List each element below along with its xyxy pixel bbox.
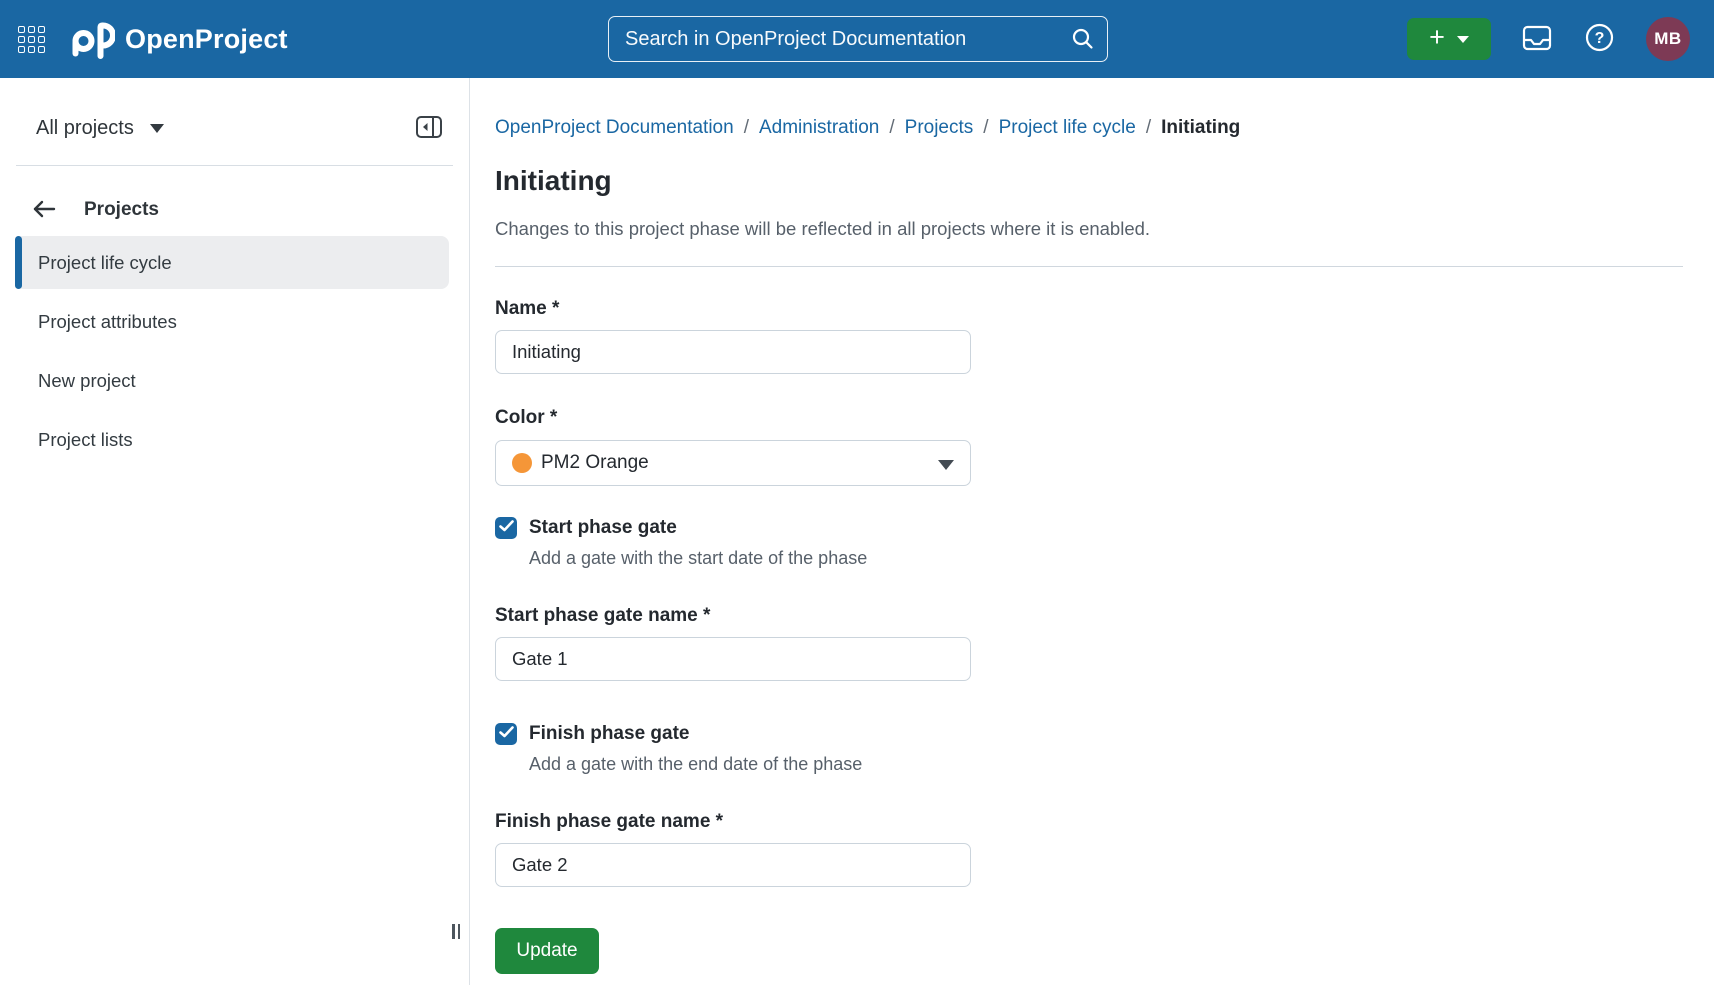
project-scope-selector[interactable]: All projects [36, 117, 134, 140]
checkmark-icon [499, 519, 514, 537]
sidebar-item-project-attributes[interactable]: Project attributes [15, 295, 449, 348]
start-gate-name-label: Start phase gate name * [495, 605, 1683, 627]
project-scope-row: All projects [36, 104, 443, 152]
color-label: Color * [495, 407, 1683, 429]
global-search [608, 16, 1108, 62]
finish-phase-gate-checkbox[interactable] [495, 723, 517, 745]
sidebar-divider [16, 165, 453, 166]
color-swatch-icon [512, 453, 532, 473]
finish-phase-gate-row: Finish phase gate [495, 723, 1683, 745]
top-bar: OpenProject + [0, 0, 1714, 78]
chevron-down-icon [1457, 36, 1469, 43]
breadcrumb-separator: / [983, 117, 988, 139]
finish-gate-name-label: Finish phase gate name * [495, 811, 1683, 833]
sidebar-item-new-project[interactable]: New project [15, 354, 449, 407]
sidebar-item-project-lists[interactable]: Project lists [15, 413, 449, 466]
color-select-value: PM2 Orange [541, 452, 649, 474]
color-select[interactable]: PM2 Orange [495, 440, 971, 486]
start-phase-gate-checkbox[interactable] [495, 517, 517, 539]
finish-phase-gate-label[interactable]: Finish phase gate [529, 723, 689, 745]
sidebar-item-label: New project [38, 370, 136, 392]
breadcrumb-separator: / [889, 117, 894, 139]
start-phase-gate-caption: Add a gate with the start date of the ph… [529, 548, 1683, 569]
openproject-logo-icon [69, 15, 115, 64]
checkmark-icon [499, 725, 514, 743]
breadcrumb-link-administration[interactable]: Administration [759, 117, 879, 139]
finish-gate-name-field[interactable] [495, 843, 971, 887]
breadcrumb-link-documentation[interactable]: OpenProject Documentation [495, 117, 734, 139]
topbar-actions: + ? MB [1407, 0, 1714, 78]
selected-accent-bar [15, 236, 22, 289]
logo-text: OpenProject [125, 24, 288, 55]
openproject-logo[interactable]: OpenProject [69, 15, 288, 64]
finish-phase-gate-caption: Add a gate with the end date of the phas… [529, 754, 1683, 775]
search-input[interactable] [608, 16, 1108, 62]
content-divider [495, 266, 1683, 267]
notifications-inbox-button[interactable] [1521, 24, 1553, 55]
name-field[interactable] [495, 330, 971, 374]
start-gate-name-field[interactable] [495, 637, 971, 681]
sidebar: All projects [0, 78, 470, 985]
sidebar-item-project-life-cycle[interactable]: Project life cycle [15, 236, 449, 289]
sidebar-item-label: Project attributes [38, 311, 177, 333]
quick-add-button[interactable]: + [1407, 18, 1491, 60]
breadcrumb-separator: / [1146, 117, 1151, 139]
back-button[interactable] [31, 198, 57, 223]
app-window: OpenProject + [0, 0, 1714, 985]
sidebar-section-title: Projects [84, 199, 159, 221]
breadcrumb-link-projects[interactable]: Projects [905, 117, 974, 139]
start-phase-gate-label[interactable]: Start phase gate [529, 517, 677, 539]
plus-icon: + [1429, 24, 1445, 51]
update-button[interactable]: Update [495, 928, 599, 974]
collapse-sidebar-button[interactable] [415, 113, 443, 144]
user-avatar[interactable]: MB [1646, 17, 1690, 61]
chevron-down-icon[interactable] [150, 124, 164, 133]
inbox-icon [1521, 24, 1553, 55]
sidebar-resize-handle[interactable] [452, 924, 460, 939]
chevron-down-icon [938, 460, 954, 470]
page-subtitle: Changes to this project phase will be re… [495, 218, 1683, 240]
search-icon[interactable] [1070, 26, 1096, 57]
main-content: OpenProject Documentation / Administrati… [471, 78, 1714, 985]
page-title: Initiating [495, 165, 1683, 197]
breadcrumb-link-project-life-cycle[interactable]: Project life cycle [999, 117, 1136, 139]
sidebar-section-header: Projects [16, 188, 453, 232]
arrow-left-icon [31, 198, 57, 223]
breadcrumb-current: Initiating [1161, 117, 1240, 139]
breadcrumb: OpenProject Documentation / Administrati… [495, 117, 1683, 139]
sidebar-nav: Project life cycle Project attributes Ne… [15, 236, 449, 466]
collapse-sidebar-icon [415, 129, 443, 144]
phase-edit-form: Name * Color * PM2 Orange Start phase ga… [495, 298, 1683, 974]
sidebar-item-label: Project life cycle [38, 252, 172, 274]
help-button[interactable]: ? [1585, 23, 1614, 55]
name-label: Name * [495, 298, 1683, 320]
svg-text:?: ? [1595, 30, 1605, 47]
app-grid-icon[interactable] [18, 26, 45, 53]
sidebar-item-label: Project lists [38, 429, 133, 451]
help-icon: ? [1585, 23, 1614, 55]
start-phase-gate-row: Start phase gate [495, 517, 1683, 539]
breadcrumb-separator: / [744, 117, 749, 139]
